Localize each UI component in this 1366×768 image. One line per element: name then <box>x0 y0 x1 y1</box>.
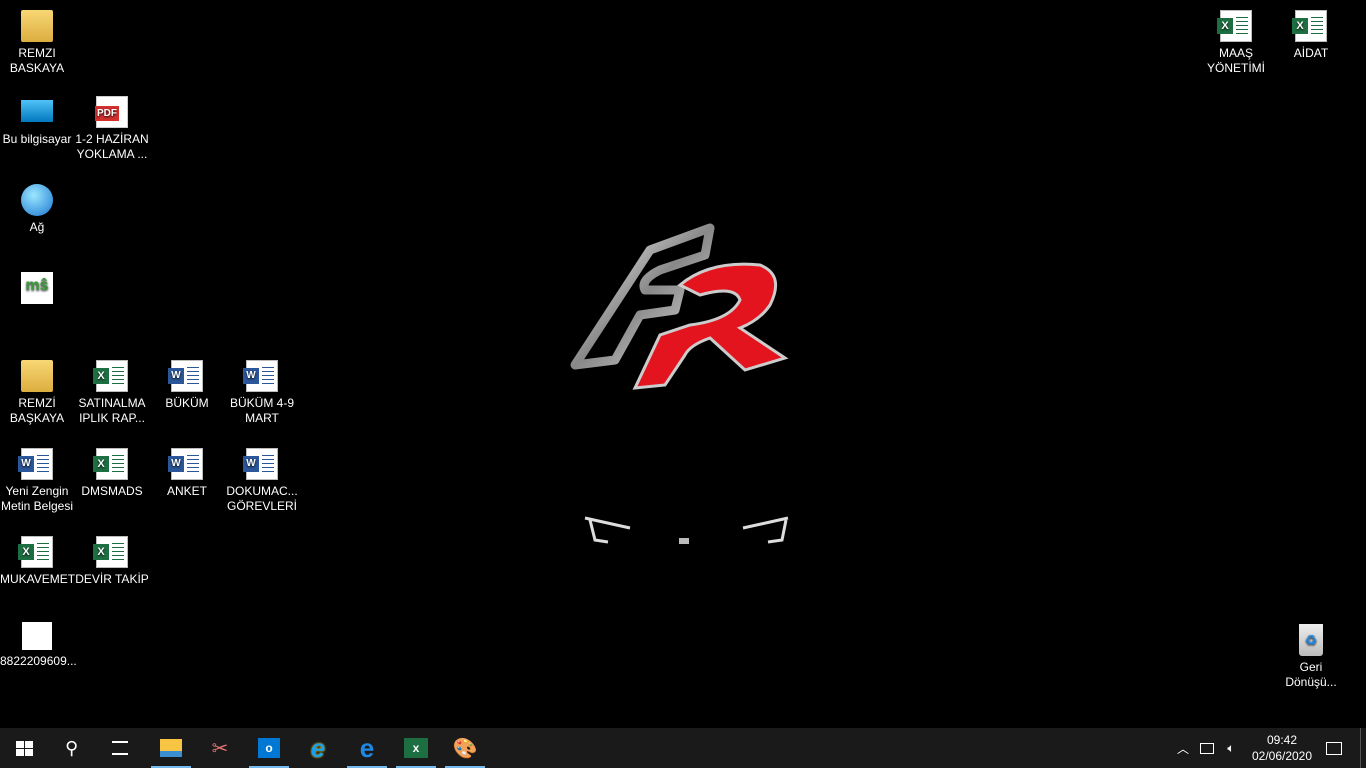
icon-label: REMZİ BAŞKAYA <box>9 396 65 425</box>
desktop-icon-word[interactable]: Yeni Zengin Metin Belgesi <box>0 448 74 514</box>
desktop-icon-word[interactable]: ANKET <box>150 448 224 499</box>
word-file-icon <box>168 448 203 480</box>
computer-icon <box>21 100 53 122</box>
wallpaper-fr-logo <box>570 223 789 544</box>
clock-date: 02/06/2020 <box>1251 749 1313 763</box>
network-tray-button[interactable] <box>1196 728 1218 768</box>
desktop-icon-folder[interactable]: REMZİ BAŞKAYA <box>0 360 74 426</box>
desktop-icon-pdf[interactable]: 1-2 HAZİRAN YOKLAMA ... <box>75 96 149 162</box>
paint-palette-icon: 🎨 <box>452 737 478 760</box>
excel-file-icon <box>93 360 128 392</box>
desktop-icon-excel[interactable]: MUKAVEMET <box>0 536 76 587</box>
icon-label: MUKAVEMET <box>0 572 76 586</box>
excel-icon: x <box>404 738 428 758</box>
icon-label: BÜKÜM 4-9 MART <box>229 396 294 425</box>
icon-label: Ağ <box>29 220 45 234</box>
desktop-icon-excel[interactable]: DEVİR TAKİP <box>75 536 149 587</box>
icon-label: DEVİR TAKİP <box>75 572 149 586</box>
show-hidden-icons-button[interactable]: ︿ <box>1172 728 1194 768</box>
app-shortcut-icon: mŝ <box>21 272 53 304</box>
excel-file-icon <box>1292 10 1327 42</box>
search-icon: ⚲ <box>65 737 79 758</box>
clock-time: 09:42 <box>1266 733 1298 747</box>
icon-label: DMSMADS <box>81 484 143 498</box>
icon-label: DOKUMAC... GÖREVLERİ <box>226 484 298 513</box>
start-button[interactable] <box>4 728 44 768</box>
desktop-icon-word[interactable]: BÜKÜM <box>150 360 224 411</box>
icon-label: Geri Dönüşü... <box>1285 660 1337 689</box>
icon-label: 8822209609... <box>0 654 77 668</box>
icon-label: SATINALMA IPLIK RAP... <box>78 396 146 425</box>
icon-label: Bu bilgisayar <box>2 132 72 146</box>
icon-label: 1-2 HAZİRAN YOKLAMA ... <box>75 132 149 161</box>
taskbar-snipping-tool[interactable]: ✂ <box>200 728 240 768</box>
recycle-bin-icon: ♻ <box>1299 624 1323 656</box>
word-file-icon <box>243 448 278 480</box>
taskbar-internet-explorer[interactable]: e <box>298 728 338 768</box>
desktop-icon-excel[interactable]: DMSMADS <box>75 448 149 499</box>
user-folder-icon <box>21 10 53 42</box>
desktop-icon-this-pc[interactable]: Bu bilgisayar <box>0 96 74 147</box>
word-file-icon <box>243 360 278 392</box>
notification-icon <box>1326 741 1342 755</box>
desktop-icon-excel[interactable]: SATINALMA IPLIK RAP... <box>75 360 149 426</box>
taskbar-outlook[interactable]: o <box>249 728 289 768</box>
internet-explorer-icon: e <box>310 732 326 763</box>
action-center-button[interactable] <box>1320 728 1348 768</box>
taskbar: ⚲ ✂ o e e x 🎨 ︿ 🔈︎ 09:42 02/06/2020 <box>0 728 1366 768</box>
desktop-icon-user-folder[interactable]: REMZI BASKAYA <box>0 10 74 76</box>
icon-label: BÜKÜM <box>165 396 209 410</box>
desktop-icon-network[interactable]: Ağ <box>0 184 74 235</box>
task-view-icon <box>112 741 128 755</box>
folder-icon <box>160 739 182 757</box>
icon-label: REMZI BASKAYA <box>9 46 65 75</box>
speaker-icon: 🔈︎ <box>1227 740 1235 755</box>
task-view-button[interactable] <box>100 728 140 768</box>
desktop-icon-excel[interactable]: AİDAT <box>1274 10 1348 61</box>
chevron-up-icon: ︿ <box>1176 741 1189 756</box>
excel-file-icon <box>93 448 128 480</box>
desktop-icon-image[interactable]: 8822209609... <box>0 622 77 669</box>
clock-button[interactable]: 09:42 02/06/2020 <box>1244 728 1320 768</box>
network-wired-icon <box>1200 742 1214 754</box>
excel-file-icon <box>18 536 53 568</box>
taskbar-file-explorer[interactable] <box>151 728 191 768</box>
pdf-icon <box>95 96 128 128</box>
desktop-icon-shortcut[interactable]: mŝ <box>0 272 74 308</box>
icon-label: MAAŞ YÖNETİMİ <box>1206 46 1265 75</box>
volume-tray-button[interactable]: 🔈︎ <box>1220 728 1242 768</box>
search-button[interactable]: ⚲ <box>52 728 92 768</box>
image-file-icon <box>22 622 52 650</box>
taskbar-paint[interactable]: 🎨 <box>445 728 485 768</box>
desktop-icon-word[interactable]: BÜKÜM 4-9 MART <box>225 360 299 426</box>
desktop-icon-recycle-bin[interactable]: ♻ Geri Dönüşü... <box>1274 624 1348 690</box>
excel-file-icon <box>1217 10 1252 42</box>
word-file-icon <box>168 360 203 392</box>
icon-label: AİDAT <box>1293 46 1329 60</box>
outlook-icon: o <box>258 738 280 758</box>
icon-label: Yeni Zengin Metin Belgesi <box>0 484 74 513</box>
edge-icon: e <box>359 732 375 763</box>
windows-icon <box>15 740 33 756</box>
word-file-icon <box>18 448 53 480</box>
taskbar-edge[interactable]: e <box>347 728 387 768</box>
folder-icon <box>21 360 53 392</box>
scissors-icon: ✂ <box>211 737 229 760</box>
desktop-icon-word[interactable]: DOKUMAC... GÖREVLERİ <box>225 448 299 514</box>
taskbar-excel[interactable]: x <box>396 728 436 768</box>
desktop-icon-excel[interactable]: MAAŞ YÖNETİMİ <box>1199 10 1273 76</box>
icon-label: ANKET <box>166 484 207 498</box>
network-icon <box>21 184 53 216</box>
excel-file-icon <box>93 536 128 568</box>
show-desktop-button[interactable] <box>1360 728 1366 768</box>
